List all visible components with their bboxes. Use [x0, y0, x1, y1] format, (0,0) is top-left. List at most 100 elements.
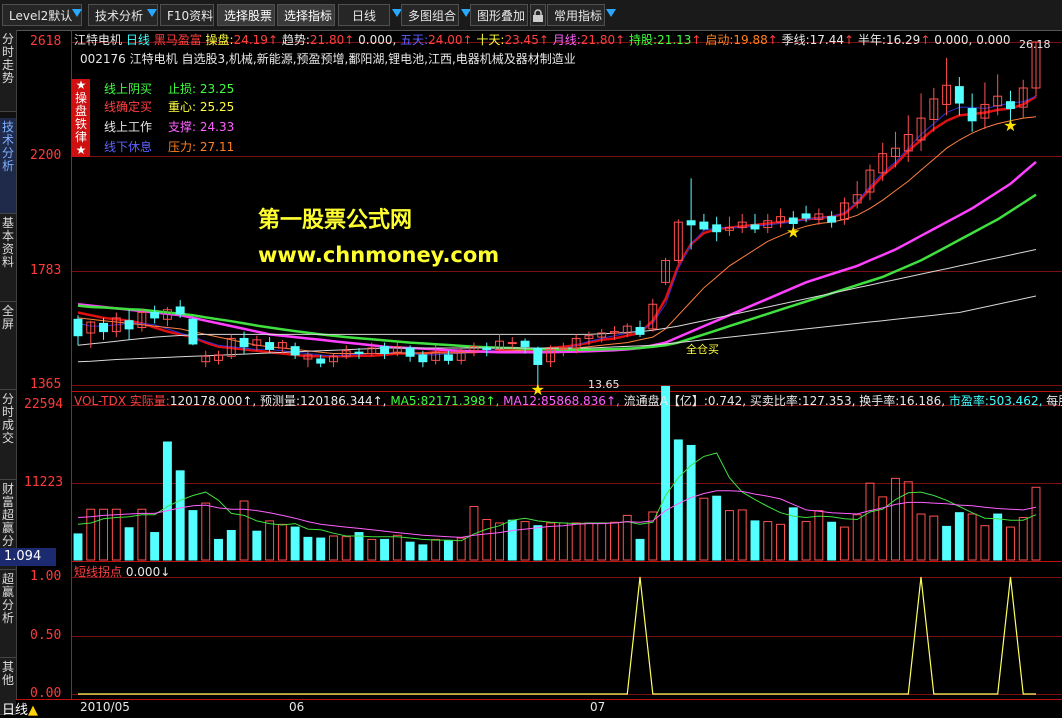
- legend-row: 压力: 27.11: [168, 138, 234, 155]
- legend-row: 支撑: 24.33: [168, 118, 234, 135]
- low-price-label: 13.65: [588, 378, 620, 391]
- stock-name: 江特电机: [74, 33, 123, 47]
- watermark-title: 第一股票公式网: [258, 208, 413, 233]
- indicator-name: 黑马盈富: [153, 33, 202, 47]
- volume-bar: [303, 536, 313, 561]
- vol-value: 120186.344↑,: [300, 394, 387, 408]
- volume-bar: [610, 521, 619, 561]
- volume-bar: [967, 513, 977, 561]
- candle-body: [520, 340, 530, 348]
- volume-bar: [942, 525, 952, 561]
- hdr-label: 趋势:: [281, 33, 310, 47]
- signal-star-icon: ★: [786, 223, 800, 242]
- price-header: 江特电机 日线 黑马盈富 操盘:24.19↑ 趋势:21.80↑ 0.000, …: [74, 31, 1011, 48]
- volume-bar: [137, 508, 147, 561]
- volume-bar: [686, 444, 696, 561]
- volume-bar: [290, 526, 300, 561]
- volume-bar: [954, 512, 964, 561]
- hdr-value: 23.45: [504, 33, 539, 47]
- legend-right: 支撑: 24.33: [168, 120, 235, 134]
- volume-header: VOL-TDX 实际量:120178.000↑, 预测量:120186.344↑…: [74, 392, 1062, 409]
- candle-body: [507, 342, 517, 345]
- volume-bar: [903, 481, 913, 561]
- candle-body: [533, 347, 543, 365]
- watermark-url: www.chnmoney.com: [258, 243, 500, 267]
- vol-label: MA5:: [390, 394, 421, 408]
- volume-bar: [201, 502, 211, 561]
- vol-value: 503.462,: [988, 394, 1043, 408]
- candle-body: [265, 342, 275, 350]
- candle-body: [239, 337, 249, 348]
- volume-bar: [1018, 516, 1028, 561]
- vol-label: 预测量:: [260, 394, 301, 408]
- hdr-value: 21.80: [580, 33, 616, 47]
- hdr-label: 月线:: [552, 33, 581, 47]
- hdr-label: 季线:: [781, 33, 810, 47]
- volume-bar: [316, 537, 326, 561]
- hdr-value: 21.80: [309, 33, 345, 47]
- volume-bar: [329, 535, 338, 561]
- volume-bar: [673, 439, 683, 561]
- ma-line: [77, 95, 1037, 358]
- vol-label: 买卖比率:: [749, 394, 802, 408]
- candle-body: [316, 358, 326, 364]
- volume-bar: [1031, 486, 1041, 561]
- legend-left: 线确定买: [104, 100, 153, 114]
- period-label: 日线: [125, 33, 150, 47]
- volume-bar: [891, 477, 900, 561]
- vol-value: 127.353,: [801, 394, 856, 408]
- volume-bar: [277, 523, 287, 561]
- legend-right: 重心: 25.25: [168, 100, 235, 114]
- candle-body: [188, 318, 198, 345]
- candle-body: [686, 220, 696, 226]
- hdr-label: 十天:: [476, 33, 505, 47]
- volume-bar: [571, 522, 581, 561]
- candle-body: [750, 224, 760, 230]
- volume-bar: [865, 482, 875, 561]
- volume-bar: [495, 522, 504, 561]
- vol-label: MA12:: [503, 394, 542, 408]
- volume-bar: [507, 519, 517, 561]
- volume-bar: [175, 470, 185, 561]
- triangle-up-icon: ▲: [28, 703, 39, 718]
- candle-body: [99, 322, 109, 333]
- rules-badge: ★操盘铁律★: [72, 79, 90, 157]
- hdr-arrow: ↑: [767, 33, 778, 47]
- hdr-arrow: ↑: [691, 33, 702, 47]
- volume-bar: [558, 522, 568, 561]
- vol-label: 换手率:: [859, 394, 900, 408]
- volume-bar: [150, 532, 160, 561]
- volume-bar: [252, 530, 262, 561]
- vol-label: 市盈率:: [948, 394, 989, 408]
- volume-bar: [916, 513, 926, 561]
- hdr-arrow: ↑: [615, 33, 626, 47]
- ma-line: [77, 160, 1037, 354]
- x-tick-label: 07: [590, 700, 606, 714]
- period-tab[interactable]: 日线▲: [2, 699, 39, 718]
- x-axis-bar: [16, 699, 1062, 716]
- candle-body: [635, 327, 645, 335]
- volume-bar: [546, 522, 556, 561]
- legend-left: 线上阴买: [104, 82, 153, 96]
- volume-bar: [661, 385, 671, 561]
- legend-left: 线上工作: [104, 120, 153, 134]
- volume-bar: [124, 527, 134, 561]
- hdr-value: 19.88: [733, 33, 768, 47]
- ma-line: [77, 95, 1037, 357]
- volume-bar: [776, 523, 785, 561]
- hdr-arrow: ↑: [920, 33, 931, 47]
- volume-bar: [418, 544, 428, 561]
- volume-bar: [597, 522, 607, 561]
- volume-bar: [456, 537, 466, 561]
- volume-bar: [214, 538, 223, 561]
- hdr-value: 17.44: [809, 33, 845, 47]
- volume-bar: [814, 510, 824, 561]
- volume-bar: [635, 538, 645, 561]
- legend-row: 线确定买: [104, 98, 152, 115]
- legend-right: 止损: 23.25: [168, 82, 235, 96]
- candle-body: [801, 213, 811, 219]
- candle-body: [354, 351, 364, 355]
- legend-row: 线下休息: [104, 138, 152, 155]
- volume-bar: [878, 496, 888, 561]
- candle-body: [967, 108, 977, 122]
